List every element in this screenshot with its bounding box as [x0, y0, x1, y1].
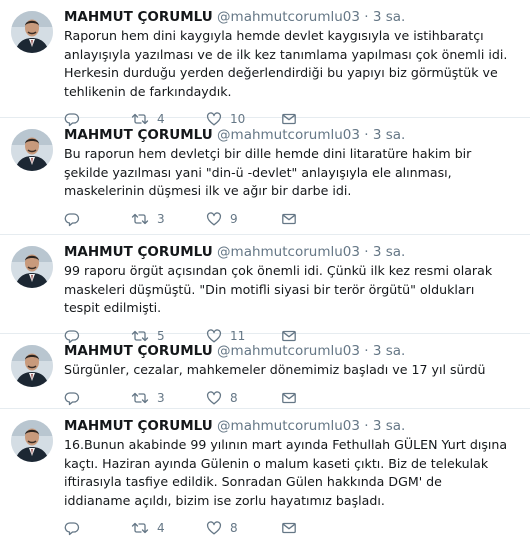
separator-dot: ·	[364, 418, 369, 434]
author-handle[interactable]: @mahmutcorumlu03	[217, 9, 360, 25]
separator-dot: ·	[364, 343, 369, 359]
retweet-button[interactable]: 3	[131, 211, 206, 227]
avatar[interactable]	[11, 11, 53, 53]
timestamp[interactable]: 3 sa.	[373, 127, 405, 143]
like-icon	[206, 390, 222, 404]
tweet-actions: 3 8	[64, 386, 518, 410]
like-icon	[206, 211, 222, 225]
tweet-header: MAHMUT ÇORUMLU @mahmutcorumlu03 · 3 sa.	[64, 8, 518, 26]
avatar-image	[11, 345, 53, 387]
avatar[interactable]	[11, 345, 53, 387]
separator-dot: ·	[364, 9, 369, 25]
tweet[interactable]: MAHMUT ÇORUMLU @mahmutcorumlu03 · 3 sa. …	[0, 334, 530, 409]
separator-dot: ·	[364, 127, 369, 143]
tweet[interactable]: MAHMUT ÇORUMLU @mahmutcorumlu03 · 3 sa. …	[0, 409, 530, 548]
reply-button[interactable]	[64, 390, 131, 406]
like-count: 8	[230, 521, 238, 535]
tweet-text: Raporun hem dini kaygıyla hemde devlet k…	[64, 28, 508, 99]
tweet-text: 16.Bunun akabinde 99 yılının mart ayında…	[64, 437, 508, 508]
tweet-header: MAHMUT ÇORUMLU @mahmutcorumlu03 · 3 sa.	[64, 243, 518, 261]
tweet[interactable]: MAHMUT ÇORUMLU @mahmutcorumlu03 · 3 sa. …	[0, 235, 530, 343]
tweet-header: MAHMUT ÇORUMLU @mahmutcorumlu03 · 3 sa.	[64, 126, 518, 144]
retweet-button[interactable]: 3	[131, 390, 206, 406]
timestamp[interactable]: 3 sa.	[373, 343, 405, 359]
retweet-icon	[131, 213, 149, 224]
tweet-feed: MAHMUT ÇORUMLU @mahmutcorumlu03 · 3 sa. …	[0, 0, 530, 548]
tweet-text: Sürgünler, cezalar, mahkemeler dönemimiz…	[64, 362, 486, 377]
timestamp[interactable]: 3 sa.	[373, 9, 405, 25]
direct-message-button[interactable]	[281, 520, 301, 536]
reply-icon	[64, 212, 80, 226]
retweet-icon	[131, 522, 149, 534]
like-button[interactable]: 8	[206, 390, 281, 406]
author-handle[interactable]: @mahmutcorumlu03	[217, 244, 360, 260]
direct-message-button[interactable]	[281, 211, 301, 227]
avatar[interactable]	[11, 420, 53, 462]
retweet-icon	[131, 392, 149, 403]
like-count: 8	[230, 390, 238, 405]
direct-message-icon	[282, 213, 296, 224]
avatar-image	[11, 420, 53, 462]
reply-icon	[64, 522, 80, 536]
avatar-image	[11, 246, 53, 288]
reply-button[interactable]	[64, 520, 131, 536]
tweet-header: MAHMUT ÇORUMLU @mahmutcorumlu03 · 3 sa.	[64, 342, 518, 360]
direct-message-icon	[282, 392, 296, 403]
author-name[interactable]: MAHMUT ÇORUMLU	[64, 127, 213, 143]
timestamp[interactable]: 3 sa.	[373, 418, 405, 434]
author-name[interactable]: MAHMUT ÇORUMLU	[64, 343, 213, 359]
tweet-actions: 4 8	[64, 516, 518, 540]
timestamp[interactable]: 3 sa.	[373, 244, 405, 260]
reply-button[interactable]	[64, 211, 131, 227]
tweet-text: Bu raporun hem devletçi bir dille hemde …	[64, 146, 472, 198]
tweet-header: MAHMUT ÇORUMLU @mahmutcorumlu03 · 3 sa.	[64, 417, 518, 435]
tweet-actions: 3 9	[64, 207, 518, 231]
separator-dot: ·	[364, 244, 369, 260]
like-button[interactable]: 8	[206, 520, 281, 536]
author-name[interactable]: MAHMUT ÇORUMLU	[64, 418, 213, 434]
tweet[interactable]: MAHMUT ÇORUMLU @mahmutcorumlu03 · 3 sa. …	[0, 118, 530, 235]
author-handle[interactable]: @mahmutcorumlu03	[217, 343, 360, 359]
author-name[interactable]: MAHMUT ÇORUMLU	[64, 9, 213, 25]
avatar[interactable]	[11, 246, 53, 288]
retweet-count: 3	[157, 390, 165, 405]
reply-icon	[64, 391, 80, 405]
like-icon	[206, 521, 222, 535]
retweet-count: 3	[157, 211, 165, 226]
author-handle[interactable]: @mahmutcorumlu03	[217, 127, 360, 143]
direct-message-icon	[282, 522, 296, 534]
author-name[interactable]: MAHMUT ÇORUMLU	[64, 244, 213, 260]
direct-message-button[interactable]	[281, 390, 301, 406]
avatar[interactable]	[11, 129, 53, 171]
avatar-image	[11, 129, 53, 171]
author-handle[interactable]: @mahmutcorumlu03	[217, 418, 360, 434]
tweet-text: 99 raporu örgüt açısından çok önemli idi…	[64, 263, 493, 315]
like-count: 9	[230, 211, 238, 226]
avatar-image	[11, 11, 53, 53]
tweet[interactable]: MAHMUT ÇORUMLU @mahmutcorumlu03 · 3 sa. …	[0, 0, 530, 127]
retweet-count: 4	[157, 521, 165, 535]
retweet-button[interactable]: 4	[131, 520, 206, 536]
like-button[interactable]: 9	[206, 211, 281, 227]
